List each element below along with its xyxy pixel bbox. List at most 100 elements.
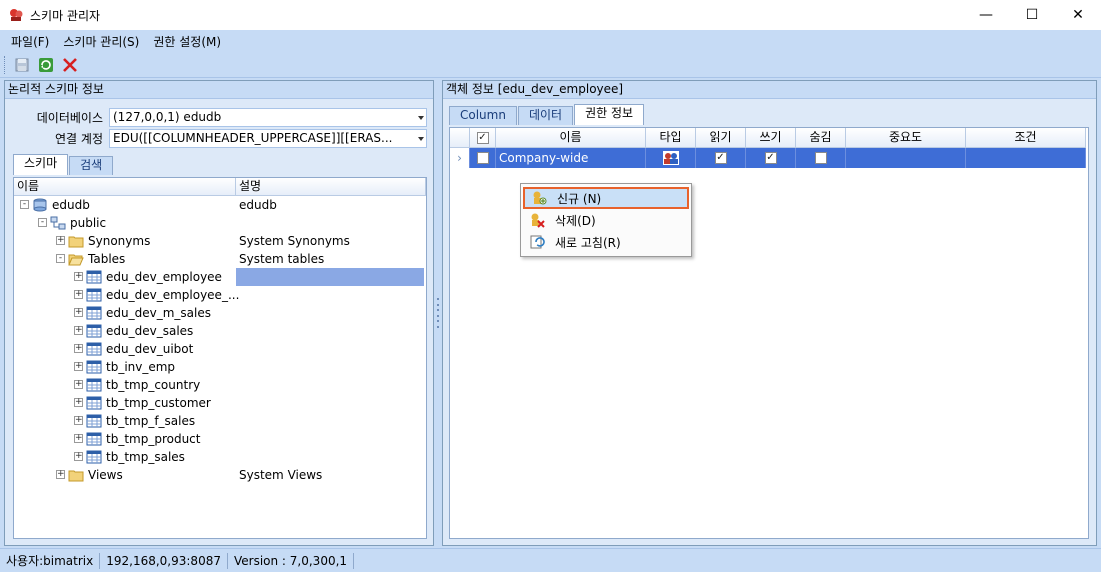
expand-icon[interactable]: + xyxy=(56,236,65,245)
tree-item[interactable]: - edudb edudb xyxy=(14,196,426,214)
expand-icon[interactable]: + xyxy=(74,290,83,299)
context-menu-delete[interactable]: 삭제(D) xyxy=(523,209,689,231)
row-checkbox-cell[interactable] xyxy=(470,148,496,168)
grid-column-write[interactable]: 쓰기 xyxy=(746,128,796,148)
tree-item[interactable]: + Synonyms System Synonyms xyxy=(14,232,426,250)
expand-icon[interactable]: + xyxy=(74,398,83,407)
grid-column-select[interactable]: ✓ xyxy=(470,128,496,148)
tree-item[interactable]: + tb_tmp_customer xyxy=(14,394,426,412)
tree-item[interactable]: + edu_dev_uibot xyxy=(14,340,426,358)
tree-item[interactable]: + edu_dev_m_sales xyxy=(14,304,426,322)
tab-column[interactable]: Column xyxy=(449,106,517,125)
tree-item-label: edu_dev_sales xyxy=(106,324,194,338)
account-select[interactable]: EDU([[COLUMNHEADER_UPPERCASE]][[ERAS... xyxy=(109,128,427,148)
row-read-cell[interactable]: ✓ xyxy=(696,148,746,168)
menu-file[interactable]: 파일(F) xyxy=(4,33,56,50)
select-all-checkbox[interactable]: ✓ xyxy=(476,131,489,144)
close-button[interactable]: ✕ xyxy=(1055,0,1101,30)
grid-column-hidden[interactable]: 숨김 xyxy=(796,128,846,148)
grid-column-read[interactable]: 읽기 xyxy=(696,128,746,148)
account-row: 연결 계정 EDU([[COLUMNHEADER_UPPERCASE]][[ER… xyxy=(11,128,427,148)
table-icon xyxy=(86,450,102,464)
grid-header: ✓ 이름 타입 읽기 쓰기 숨김 중요도 조건 xyxy=(450,128,1086,148)
grid-column-type[interactable]: 타입 xyxy=(646,128,696,148)
status-server: 192,168,0,93:8087 xyxy=(100,552,228,569)
grid-column-condition[interactable]: 조건 xyxy=(966,128,1086,148)
database-select[interactable]: (127,0,0,1) edudb xyxy=(109,107,427,127)
grid-column-name[interactable]: 이름 xyxy=(496,128,646,148)
left-panel-header: 논리적 스키마 정보 xyxy=(5,81,433,99)
row-write-cell[interactable]: ✓ xyxy=(746,148,796,168)
expand-icon[interactable]: + xyxy=(74,416,83,425)
delete-button[interactable] xyxy=(59,54,81,76)
expand-icon[interactable]: + xyxy=(74,452,83,461)
tab-permission-info[interactable]: 권한 정보 xyxy=(574,104,645,125)
row-checkbox[interactable] xyxy=(476,152,489,164)
tree-item[interactable]: - Tables System tables xyxy=(14,250,426,268)
expand-icon[interactable]: + xyxy=(74,380,83,389)
object-info-panel: 객체 정보 [edu_dev_employee] Column 데이터 권한 정… xyxy=(442,80,1097,546)
table-icon xyxy=(86,270,102,284)
tree-item[interactable]: + tb_tmp_sales xyxy=(14,448,426,466)
collapse-icon[interactable]: - xyxy=(38,218,47,227)
folder-open-icon xyxy=(68,252,84,266)
tree-item-selection xyxy=(236,268,424,286)
tab-search[interactable]: 검색 xyxy=(69,156,114,175)
toolbar xyxy=(0,52,1101,78)
expand-icon[interactable]: + xyxy=(74,434,83,443)
menu-schema-manage[interactable]: 스키마 관리(S) xyxy=(56,33,146,50)
write-checkbox[interactable]: ✓ xyxy=(764,152,777,164)
tree-item[interactable]: + tb_tmp_f_sales xyxy=(14,412,426,430)
tree-item[interactable]: + edu_dev_employee xyxy=(14,268,426,286)
tree-item[interactable]: + tb_tmp_country xyxy=(14,376,426,394)
app-logo-icon xyxy=(8,7,24,23)
schema-icon xyxy=(50,216,66,230)
tree-item-label: tb_tmp_product xyxy=(106,432,201,446)
minimize-button[interactable]: — xyxy=(963,0,1009,30)
folder-icon xyxy=(68,468,84,482)
menu-bar: 파일(F) 스키마 관리(S) 권한 설정(M) xyxy=(0,30,1101,52)
toolbar-grip[interactable] xyxy=(4,55,7,74)
row-indicator-header xyxy=(450,128,470,148)
tree-item[interactable]: + tb_inv_emp xyxy=(14,358,426,376)
tree-item[interactable]: + edu_dev_employee_... xyxy=(14,286,426,304)
table-icon xyxy=(86,360,102,374)
tree-item-desc: System tables xyxy=(239,252,325,266)
tree-item[interactable]: + edu_dev_sales xyxy=(14,322,426,340)
tab-schema[interactable]: 스키마 xyxy=(13,154,69,175)
row-condition[interactable] xyxy=(966,148,1086,168)
tree-item[interactable]: + Views System Views xyxy=(14,466,426,484)
maximize-button[interactable]: ☐ xyxy=(1009,0,1055,30)
tree-column-desc[interactable]: 설명 xyxy=(236,178,426,195)
collapse-icon[interactable]: - xyxy=(20,200,29,209)
save-button[interactable] xyxy=(11,54,33,76)
row-hidden-cell[interactable] xyxy=(796,148,846,168)
collapse-icon[interactable]: - xyxy=(56,254,65,263)
panel-splitter[interactable] xyxy=(435,298,441,328)
row-type-cell[interactable] xyxy=(646,148,696,168)
expand-icon[interactable]: + xyxy=(74,344,83,353)
tree-item-label: edu_dev_uibot xyxy=(106,342,194,356)
row-name[interactable]: Company-wide xyxy=(496,148,646,168)
read-checkbox[interactable]: ✓ xyxy=(714,152,727,164)
context-menu-new[interactable]: 신규 (N) xyxy=(523,187,689,209)
expand-icon[interactable]: + xyxy=(74,272,83,281)
expand-icon[interactable]: + xyxy=(74,362,83,371)
right-panel-header: 객체 정보 [edu_dev_employee] xyxy=(443,81,1096,99)
expand-icon[interactable]: + xyxy=(74,326,83,335)
table-icon xyxy=(86,324,102,338)
status-version: Version : 7,0,300,1 xyxy=(228,552,355,569)
expand-icon[interactable]: + xyxy=(56,470,65,479)
expand-icon[interactable]: + xyxy=(74,308,83,317)
tab-data[interactable]: 데이터 xyxy=(517,106,574,125)
menu-permission-settings[interactable]: 권한 설정(M) xyxy=(146,33,228,50)
tree-item[interactable]: + tb_tmp_product xyxy=(14,430,426,448)
tree-item[interactable]: - public xyxy=(14,214,426,232)
tree-column-name[interactable]: 이름 xyxy=(14,178,236,195)
refresh-button[interactable] xyxy=(35,54,57,76)
table-row[interactable]: › Company-wide ✓ ✓ xyxy=(450,148,1086,168)
grid-column-importance[interactable]: 중요도 xyxy=(846,128,966,148)
hidden-checkbox[interactable] xyxy=(814,152,827,164)
context-menu-refresh[interactable]: 새로 고침(R) xyxy=(523,231,689,253)
row-importance[interactable] xyxy=(846,148,966,168)
